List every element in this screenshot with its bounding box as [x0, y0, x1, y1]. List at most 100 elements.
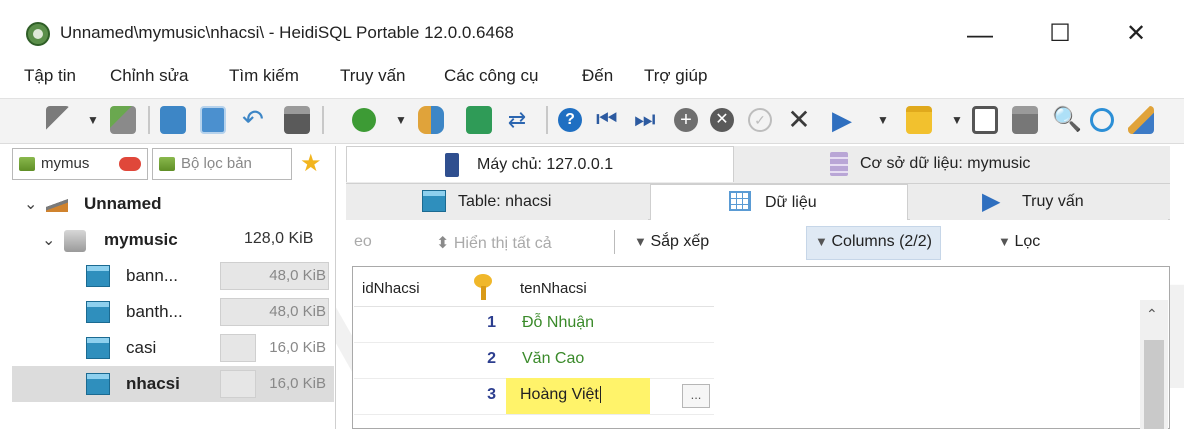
paste-icon[interactable] — [200, 106, 226, 134]
grid-row-divider — [354, 414, 714, 415]
table-size: 16,0 KiB — [220, 334, 332, 362]
table-size-bar — [220, 370, 256, 398]
database-filter-value: mymus — [41, 155, 90, 172]
show-all-label: Hiển thị tất cả — [453, 235, 552, 252]
run-dropdown-icon[interactable]: ▼ — [876, 106, 890, 134]
show-all-button[interactable]: ⬍ Hiển thị tất cả — [436, 233, 552, 253]
app-icon — [26, 22, 50, 46]
undo-icon[interactable]: ↶ — [240, 106, 266, 134]
table-icon — [86, 265, 110, 287]
toolbar-left-fragment: eo — [354, 233, 372, 250]
filter-button[interactable]: ▼ Lọc — [998, 233, 1040, 251]
cancel-icon[interactable]: ✕ — [786, 106, 812, 134]
columns-button[interactable]: ▼ Columns (2/2) — [806, 226, 941, 260]
save-as-icon[interactable] — [1012, 106, 1038, 134]
tab-query-label: Truy vấn — [1022, 193, 1084, 210]
copy-icon[interactable] — [160, 106, 186, 134]
refresh-icon[interactable] — [352, 108, 376, 132]
tab-database[interactable]: Cơ sở dữ liệu: mymusic — [736, 146, 1168, 182]
sync-icon[interactable]: ⇄ — [504, 106, 530, 134]
last-record-icon[interactable]: ⏭ — [634, 106, 660, 134]
menu-tools[interactable]: Các công cụ — [444, 66, 539, 86]
tab-table[interactable]: Table: nhacsi — [346, 184, 648, 220]
grid-cell-name[interactable]: Đỗ Nhuận — [522, 314, 594, 332]
tab-data-label: Dữ liệu — [765, 194, 817, 211]
run-icon[interactable]: ▶ — [832, 106, 858, 134]
disconnect-icon[interactable] — [110, 106, 136, 134]
refresh-dropdown-icon[interactable]: ▼ — [394, 106, 408, 134]
chevron-down-icon[interactable]: ⌄ — [24, 194, 37, 214]
row-number: 1 — [487, 314, 496, 331]
triangle-down-icon: ▼ — [634, 234, 651, 249]
tree-database-row[interactable]: ⌄ mymusic 128,0 KiB — [12, 222, 334, 258]
session-label: Unnamed — [84, 194, 162, 213]
help-icon[interactable]: ? — [558, 108, 582, 132]
tab-table-label: Table: nhacsi — [458, 193, 552, 210]
user-manager-icon[interactable] — [418, 106, 444, 134]
clean-icon[interactable] — [1128, 106, 1154, 134]
toolbar-separator — [148, 106, 150, 134]
menu-file[interactable]: Tập tin — [24, 66, 76, 86]
session-icon — [46, 196, 68, 212]
tree-table-row[interactable]: casi 16,0 KiB — [12, 330, 334, 366]
cell-text: Hoàng Việt — [520, 386, 599, 403]
delete-record-icon[interactable]: ✕ — [710, 108, 734, 132]
scroll-up-icon[interactable]: ⌃ — [1146, 306, 1158, 323]
replace-icon[interactable] — [1090, 108, 1114, 132]
clear-filter-icon[interactable] — [119, 157, 141, 171]
menu-goto[interactable]: Đến — [582, 66, 613, 86]
table-icon — [86, 373, 110, 395]
minimize-button[interactable]: — — [950, 14, 1010, 54]
sort-button[interactable]: ▼ Sắp xếp — [634, 233, 709, 251]
tree-table-row[interactable]: bann... 48,0 KiB — [12, 258, 334, 294]
database-icon — [830, 152, 848, 176]
column-header-id[interactable]: idNhacsi — [362, 280, 420, 297]
sort-updown-icon: ⬍ — [436, 235, 454, 252]
grid-cell-editing[interactable]: Hoàng Việt — [506, 378, 650, 414]
run-icon: ▶ — [982, 188, 1001, 215]
connect-icon[interactable] — [46, 106, 70, 134]
tab-data[interactable]: Dữ liệu — [650, 184, 908, 220]
maximize-button[interactable]: ☐ — [1030, 14, 1090, 54]
table-size-text: 48,0 KiB — [269, 303, 326, 320]
connect-dropdown-icon[interactable]: ▼ — [86, 106, 100, 134]
chevron-down-icon[interactable]: ⌄ — [42, 230, 55, 250]
tree-table-row[interactable]: nhacsi 16,0 KiB — [12, 366, 334, 402]
scrollbar-thumb[interactable] — [1144, 340, 1164, 429]
cell-text: Đỗ Nhuận — [522, 314, 595, 331]
column-header-name[interactable]: tenNhacsi — [520, 280, 587, 297]
toolbar-separator — [546, 106, 548, 134]
grid-cell-name[interactable]: Văn Cao — [522, 350, 584, 368]
export-icon[interactable] — [466, 106, 492, 134]
tree-table-row[interactable]: banth... 48,0 KiB — [12, 294, 334, 330]
menu-edit[interactable]: Chỉnh sửa — [110, 66, 188, 86]
save-icon[interactable] — [972, 106, 998, 134]
tree-session-row[interactable]: ⌄ Unnamed — [12, 186, 334, 222]
toolbar-divider — [614, 230, 615, 254]
table-size-bar — [220, 334, 256, 362]
find-icon[interactable]: 🔍 — [1052, 106, 1082, 134]
menu-query[interactable]: Truy vấn — [340, 66, 406, 86]
first-record-icon[interactable]: ⏮ — [596, 106, 622, 134]
post-icon: ✓ — [748, 108, 772, 132]
columns-label: Columns (2/2) — [831, 233, 932, 250]
add-record-icon[interactable]: + — [674, 108, 698, 132]
favorite-star-icon[interactable]: ★ — [300, 150, 322, 178]
cell-text: Văn Cao — [522, 350, 585, 367]
menu-help[interactable]: Trợ giúp — [644, 66, 707, 86]
database-filter-input[interactable]: mymus — [12, 148, 148, 180]
open-folder-icon[interactable] — [906, 106, 932, 134]
cell-editor-ellipsis-button[interactable]: ... — [682, 384, 710, 408]
filter-label: Lọc — [1014, 233, 1041, 250]
database-size: 128,0 KiB — [244, 230, 314, 247]
tab-query[interactable]: ▶ Truy vấn — [910, 184, 1168, 220]
primary-key-icon — [474, 274, 492, 300]
close-button[interactable]: ✕ — [1106, 14, 1166, 54]
folder-dropdown-icon[interactable]: ▼ — [950, 106, 964, 134]
print-icon[interactable] — [284, 106, 310, 134]
menu-search[interactable]: Tìm kiếm — [229, 66, 299, 86]
table-filter-input[interactable]: Bộ lọc bản — [152, 148, 292, 180]
table-size: 16,0 KiB — [220, 370, 332, 398]
tab-host[interactable]: Máy chủ: 127.0.0.1 — [346, 146, 734, 182]
sort-label: Sắp xếp — [650, 233, 710, 250]
